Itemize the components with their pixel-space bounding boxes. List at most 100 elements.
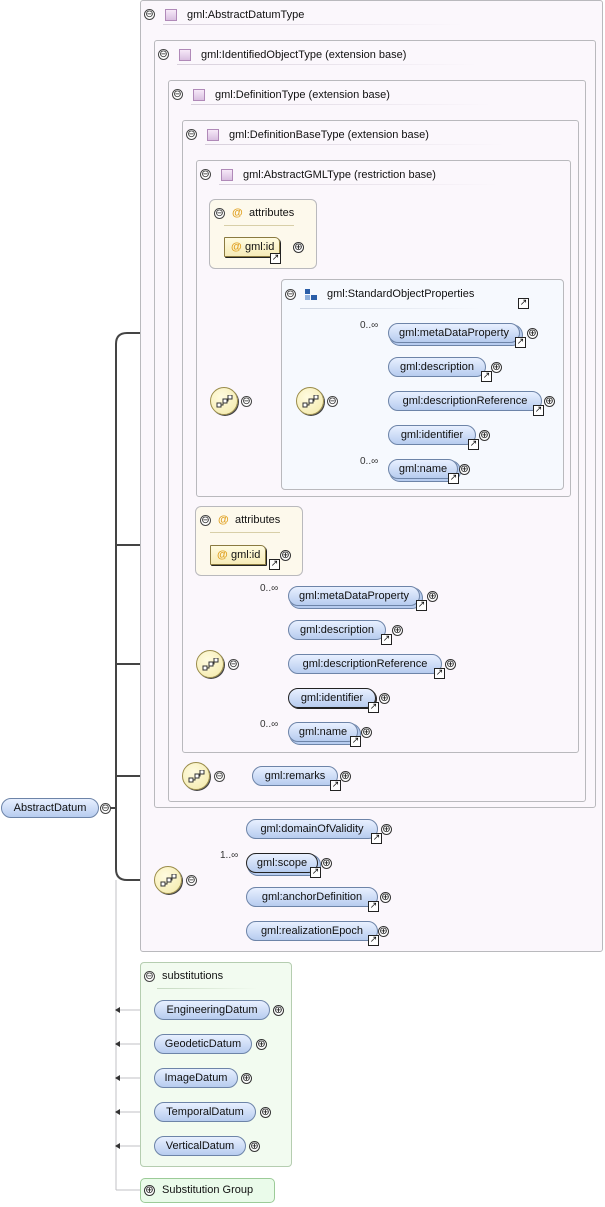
expand-plus-icon[interactable]: ⊕ [544,396,555,407]
complex-type-icon [193,89,205,101]
expand-plus-icon[interactable]: ⊕ [293,242,304,253]
expand-plus-icon[interactable]: ⊕ [392,625,403,636]
reference-arrow-icon[interactable]: ↗ [481,371,492,382]
collapse-toggle-icon[interactable]: ⊖ [228,659,239,670]
collapse-toggle-icon[interactable]: ⊖ [200,169,211,180]
collapse-toggle-icon[interactable]: ⊖ [144,9,155,20]
complex-type-icon [179,49,191,61]
element-remarks[interactable]: gml:remarks [252,766,338,786]
substitution-verticaldatum[interactable]: VerticalDatum [154,1136,246,1156]
element-descriptionreference[interactable]: gml:descriptionReference [388,391,542,411]
element-description[interactable]: gml:description [288,620,386,640]
cardinality-label: 0..∞ [260,719,279,730]
cardinality-label: 0..∞ [260,583,279,594]
cardinality-label: 1..∞ [220,850,239,861]
reference-arrow-icon[interactable]: ↗ [330,780,341,791]
sequence-compositor-icon [196,650,224,678]
element-realizationepoch[interactable]: gml:realizationEpoch [246,921,378,941]
expand-plus-icon[interactable]: ⊕ [381,824,392,835]
collapse-toggle-icon[interactable]: ⊖ [172,89,183,100]
expand-plus-icon[interactable]: ⊕ [144,1185,155,1196]
complex-type-icon [207,129,219,141]
expand-plus-icon[interactable]: ⊕ [241,1073,252,1084]
reference-arrow-icon[interactable]: ↗ [381,634,392,645]
reference-arrow-icon[interactable]: ↗ [270,253,281,264]
collapse-toggle-icon[interactable]: ⊖ [241,396,252,407]
reference-arrow-icon[interactable]: ↗ [368,901,379,912]
attributes-label: attributes [249,207,295,219]
element-description[interactable]: gml:description [388,357,486,377]
element-anchordefinition[interactable]: gml:anchorDefinition [246,887,378,907]
sequence-compositor-icon [296,387,324,415]
reference-arrow-icon[interactable]: ↗ [350,736,361,747]
expand-plus-icon[interactable]: ⊕ [273,1005,284,1016]
expand-plus-icon[interactable]: ⊕ [321,858,332,869]
substitution-temporaldatum[interactable]: TemporalDatum [154,1102,256,1122]
expand-plus-icon[interactable]: ⊕ [459,464,470,475]
reference-arrow-icon[interactable]: ↗ [269,559,280,570]
reference-arrow-icon[interactable]: ↗ [434,668,445,679]
sequence-compositor-icon [154,866,182,894]
group-icon [305,289,317,300]
root-element-abstractdatum[interactable]: AbstractDatum [1,798,99,818]
reference-arrow-icon[interactable]: ↗ [518,298,529,309]
element-metadataproperty[interactable]: gml:metaDataProperty [288,586,420,606]
type-label: gml:DefinitionBaseType (extension base) [229,129,429,141]
substitution-engineeringdatum[interactable]: EngineeringDatum [154,1000,270,1020]
element-domainofvalidity[interactable]: gml:domainOfValidity [246,819,378,839]
expand-plus-icon[interactable]: ⊕ [380,892,391,903]
reference-arrow-icon[interactable]: ↗ [448,473,459,484]
attribute-gml-id[interactable]: @ gml:id [210,545,266,565]
element-identifier[interactable]: gml:identifier [288,688,376,708]
expand-plus-icon[interactable]: ⊕ [280,550,291,561]
reference-arrow-icon[interactable]: ↗ [533,405,544,416]
substitution-group-box[interactable]: ⊕ Substitution Group [140,1178,275,1203]
expand-plus-icon[interactable]: ⊕ [260,1107,271,1118]
expand-plus-icon[interactable]: ⊕ [491,362,502,373]
element-identifier[interactable]: gml:identifier [388,425,476,445]
expand-plus-icon[interactable]: ⊕ [379,693,390,704]
expand-plus-icon[interactable]: ⊕ [445,659,456,670]
expand-plus-icon[interactable]: ⊕ [479,430,490,441]
collapse-toggle-icon[interactable]: ⊖ [186,875,197,886]
element-name[interactable]: gml:name [288,722,358,742]
sequence-compositor-icon [210,387,238,415]
substitutions-label: substitutions [162,970,224,982]
element-descriptionreference[interactable]: gml:descriptionReference [288,654,442,674]
attribute-icon: @ [232,207,243,219]
collapse-toggle-icon[interactable]: ⊖ [200,515,211,526]
element-scope[interactable]: gml:scope [246,853,318,873]
collapse-toggle-icon[interactable]: ⊖ [214,208,225,219]
reference-arrow-icon[interactable]: ↗ [310,867,321,878]
element-metadataproperty[interactable]: gml:metaDataProperty [388,323,520,343]
type-label: gml:IdentifiedObjectType (extension base… [201,49,407,61]
expand-plus-icon[interactable]: ⊕ [427,591,438,602]
reference-arrow-icon[interactable]: ↗ [371,833,382,844]
expand-plus-icon[interactable]: ⊕ [256,1039,267,1050]
collapse-toggle-icon[interactable]: ⊖ [214,771,225,782]
reference-arrow-icon[interactable]: ↗ [468,439,479,450]
collapse-toggle-icon[interactable]: ⊖ [327,396,338,407]
collapse-toggle-icon[interactable]: ⊖ [186,129,197,140]
reference-arrow-icon[interactable]: ↗ [368,935,379,946]
attributes-box: ⊖ @ attributes [195,506,303,576]
sequence-compositor-icon [182,762,210,790]
substitution-imagedatum[interactable]: ImageDatum [154,1068,238,1088]
complex-type-icon [221,169,233,181]
collapse-toggle-icon[interactable]: ⊖ [144,971,155,982]
group-label: gml:StandardObjectProperties [327,288,475,300]
collapse-toggle-icon[interactable]: ⊖ [285,289,296,300]
collapse-toggle-icon[interactable]: ⊖ [100,803,111,814]
expand-plus-icon[interactable]: ⊕ [340,771,351,782]
expand-plus-icon[interactable]: ⊕ [378,926,389,937]
substitution-geodeticdatum[interactable]: GeodeticDatum [154,1034,252,1054]
expand-plus-icon[interactable]: ⊕ [361,727,372,738]
substitution-group-label: Substitution Group [162,1184,254,1196]
reference-arrow-icon[interactable]: ↗ [368,702,379,713]
attribute-icon: @ [218,514,229,526]
collapse-toggle-icon[interactable]: ⊖ [158,49,169,60]
reference-arrow-icon[interactable]: ↗ [515,337,526,348]
expand-plus-icon[interactable]: ⊕ [249,1141,260,1152]
reference-arrow-icon[interactable]: ↗ [416,600,427,611]
expand-plus-icon[interactable]: ⊕ [527,328,538,339]
